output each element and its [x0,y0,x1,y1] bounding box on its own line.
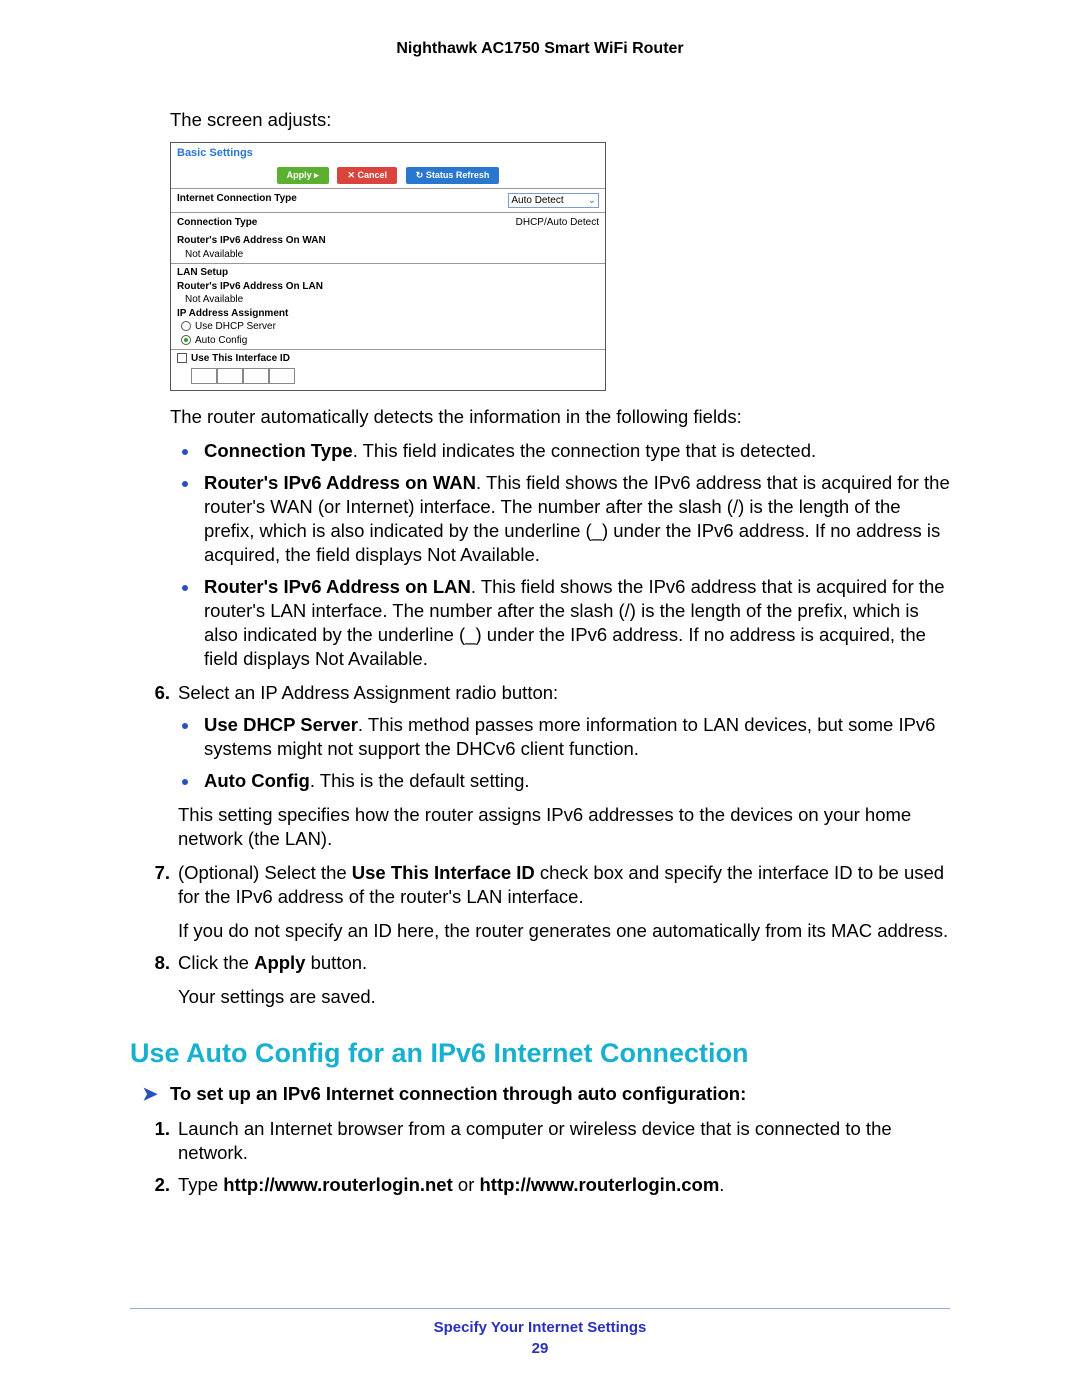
conn-type-value: DHCP/Auto Detect [516,217,599,228]
status-refresh-button[interactable]: ↻ Status Refresh [406,167,500,184]
section-heading: Use Auto Config for an IPv6 Internet Con… [130,1038,950,1069]
wan-addr-value: Not Available [177,248,599,262]
step6-options: Use DHCP Server. This method passes more… [130,713,950,793]
radio-icon [181,335,191,345]
step-6: 6. Select an IP Address Assignment radio… [130,681,950,705]
step-text: Type http://www.routerlogin.net or http:… [178,1173,950,1197]
intro-text: The screen adjusts: [170,108,950,132]
ip-assign-label: IP Address Assignment [177,307,599,321]
step-8: 8. Click the Apply button. Your settings… [130,951,950,1009]
after-ui-text: The router automatically detects the inf… [170,405,950,429]
step-text: (Optional) Select the Use This Interface… [178,861,950,909]
interface-id-fields[interactable] [177,368,599,384]
chevron-down-icon: ⌄ [588,195,596,206]
step7-tail: If you do not specify an ID here, the ro… [178,919,950,943]
fields-bullet-list: Connection Type. This field indicates th… [130,439,950,671]
use-interface-checkbox[interactable]: Use This Interface ID [177,352,599,366]
step-number: 1. [130,1117,178,1165]
step-number: 7. [130,861,178,943]
task-step-2: 2. Type http://www.routerlogin.net or ht… [130,1173,950,1197]
manual-page: Nighthawk AC1750 Smart WiFi Router The s… [0,0,1080,1397]
lan-addr-label: Router's IPv6 Address On LAN [177,280,599,294]
checkbox-icon [177,353,187,363]
list-item: Router's IPv6 Address on LAN. This field… [200,575,950,671]
ict-value: Auto Detect [511,195,563,206]
arrow-right-icon: ➤ [130,1083,170,1105]
list-item: Connection Type. This field indicates th… [200,439,950,463]
task-heading: ➤ To set up an IPv6 Internet connection … [130,1083,950,1105]
step-number: 6. [130,681,178,705]
step6-tail: This setting specifies how the router as… [178,803,950,851]
conn-type-label: Connection Type [177,217,257,228]
task-step-1: 1. Launch an Internet browser from a com… [130,1117,950,1165]
step-text: Click the Apply button. [178,951,950,975]
ict-label: Internet Connection Type [177,193,297,208]
list-item: Auto Config. This is the default setting… [200,769,950,793]
lan-setup-label: LAN Setup [177,266,599,280]
step-text: Launch an Internet browser from a comput… [178,1117,950,1165]
page-number: 29 [130,1340,950,1357]
ict-select[interactable]: Auto Detect ⌄ [508,193,599,208]
radio-auto[interactable]: Auto Config [177,334,599,348]
list-item: Use DHCP Server. This method passes more… [200,713,950,761]
radio-icon [181,321,191,331]
page-header: Nighthawk AC1750 Smart WiFi Router [130,40,950,58]
step-number: 8. [130,951,178,1009]
cancel-button[interactable]: ✕ Cancel [337,167,397,184]
apply-button[interactable]: Apply ▸ [277,167,329,184]
settings-screenshot: Basic Settings Apply ▸ ✕ Cancel ↻ Status… [170,142,606,391]
button-bar: Apply ▸ ✕ Cancel ↻ Status Refresh [171,167,605,188]
step-number: 2. [130,1173,178,1197]
footer-title: Specify Your Internet Settings [130,1319,950,1336]
list-item: Router's IPv6 Address on WAN. This field… [200,471,950,567]
step8-tail: Your settings are saved. [178,985,950,1009]
lan-addr-value: Not Available [177,293,599,307]
page-footer: Specify Your Internet Settings 29 [130,1308,950,1357]
step-lead: Select an IP Address Assignment radio bu… [178,681,950,705]
step-7: 7. (Optional) Select the Use This Interf… [130,861,950,943]
wan-addr-label: Router's IPv6 Address On WAN [177,234,599,248]
radio-dhcp[interactable]: Use DHCP Server [177,320,599,334]
panel-title: Basic Settings [171,143,605,167]
